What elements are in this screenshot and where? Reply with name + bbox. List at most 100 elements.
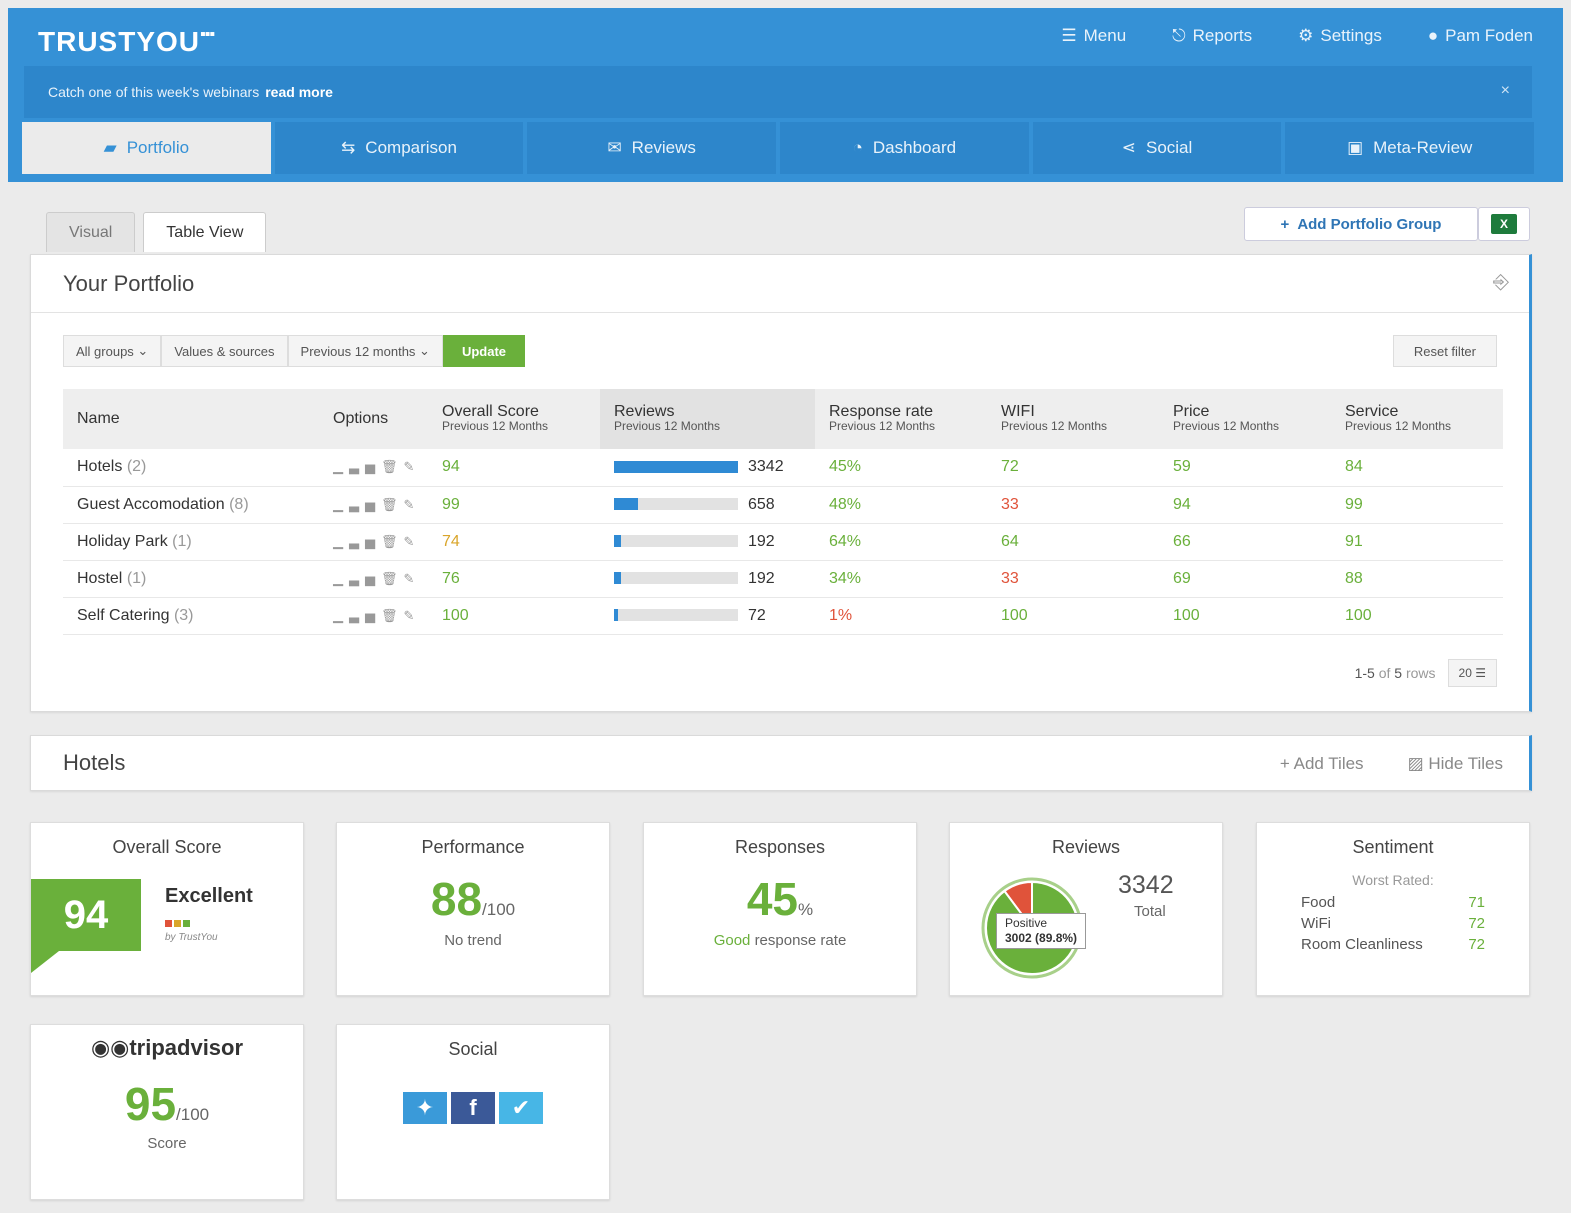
table-row[interactable]: Holiday Park (1) ▁▃▅🗑✎ 74 192 64% 64 66 91: [63, 523, 1503, 561]
row-response: 45%: [815, 449, 987, 487]
trash-icon[interactable]: 🗑: [381, 571, 404, 586]
tab-table-view[interactable]: Table View: [143, 212, 267, 252]
row-price: 59: [1159, 449, 1331, 487]
row-options: ▁▃▅🗑✎: [319, 560, 428, 598]
row-name[interactable]: Hostel (1): [63, 560, 319, 598]
period-dropdown[interactable]: Previous 12 months ⌄: [287, 335, 443, 367]
score-label: Excellent: [165, 885, 253, 907]
chart-icon[interactable]: ▁▃▅: [333, 534, 381, 549]
trash-icon[interactable]: 🗑: [381, 497, 404, 512]
row-score: 74: [428, 523, 600, 561]
col-response-rate[interactable]: Response rate Previous 12 Months: [815, 389, 987, 449]
col-overall-score[interactable]: Overall Score Previous 12 Months: [428, 389, 600, 449]
sentiment-row: WiFi 72: [1301, 915, 1485, 932]
tab-visual[interactable]: Visual: [46, 212, 136, 252]
pie-tooltip: Positive 3002 (89.8%): [996, 913, 1087, 949]
table-row[interactable]: Self Catering (3) ▁▃▅🗑✎ 100 72 1% 100 100 100: [63, 597, 1503, 635]
excel-export-button[interactable]: X: [1478, 207, 1530, 241]
read-more-link[interactable]: read more: [265, 84, 333, 100]
portfolio-header: Your Portfolio ⎆: [31, 255, 1529, 313]
table-row[interactable]: Guest Accomodation (8) ▁▃▅🗑✎ 99 658 48% 33 94 9…: [63, 486, 1503, 524]
menu-icon: ☰: [1061, 26, 1077, 45]
facebook-icon[interactable]: f: [451, 1092, 495, 1124]
col-name[interactable]: Name: [63, 389, 319, 449]
row-wifi: 72: [987, 449, 1159, 487]
gear-icon: ⚙: [1298, 26, 1314, 45]
tab-dashboard[interactable]: ◔ Dashboard: [780, 122, 1029, 174]
hide-tiles-button[interactable]: ▨ Hide Tiles: [1408, 754, 1503, 774]
gauge-icon: ◔: [852, 138, 863, 157]
trash-icon[interactable]: 🗑: [381, 608, 404, 623]
tab-portfolio[interactable]: ▰ Portfolio: [22, 122, 271, 174]
menu-button[interactable]: ☰ Menu: [1061, 26, 1126, 46]
settings-button[interactable]: ⚙ Settings: [1298, 26, 1382, 46]
col-options: Options: [319, 389, 428, 449]
hotels-panel: Hotels + Add Tiles ▨ Hide Tiles: [30, 735, 1532, 791]
row-score: 99: [428, 486, 600, 524]
row-response: 1%: [815, 597, 987, 635]
reports-button[interactable]: ⎋ Reports: [1172, 26, 1252, 46]
excel-icon: X: [1491, 214, 1517, 234]
close-icon[interactable]: ×: [1501, 82, 1510, 100]
page-size-select[interactable]: 20 ☰: [1447, 659, 1497, 687]
pencil-icon[interactable]: ✎: [404, 497, 421, 512]
pencil-icon[interactable]: ✎: [404, 571, 421, 586]
table-row[interactable]: Hostel (1) ▁▃▅🗑✎ 76 192 34% 33 69 88: [63, 560, 1503, 598]
row-response: 64%: [815, 523, 987, 561]
reviews-total: 3342: [1118, 871, 1174, 899]
performance-tile[interactable]: Performance 88/100 No trend: [336, 822, 610, 996]
reset-filter-button[interactable]: Reset filter: [1392, 335, 1497, 367]
groups-dropdown[interactable]: All groups ⌄: [63, 335, 162, 367]
add-tiles-button[interactable]: + Add Tiles: [1280, 754, 1364, 774]
compare-icon: ⇆: [341, 138, 356, 157]
reviews-bar: [614, 461, 738, 474]
chart-icon[interactable]: ▁▃▅: [333, 497, 381, 512]
col-reviews[interactable]: Reviews Previous 12 Months: [600, 389, 815, 449]
pencil-icon[interactable]: ✎: [404, 608, 421, 623]
tab-comparison[interactable]: ⇆ Comparison: [274, 122, 524, 174]
checkin-icon[interactable]: ✔: [499, 1092, 543, 1124]
update-button[interactable]: Update: [442, 335, 526, 367]
brand-logo[interactable]: TRUSTYOU▪▪▪: [38, 26, 215, 58]
sentiment-tile[interactable]: Sentiment Worst Rated: Food 71 WiFi 72 Roo…: [1256, 822, 1530, 996]
reviews-bar-fill: [614, 535, 621, 548]
col-service[interactable]: Service Previous 12 Months: [1331, 389, 1503, 449]
user-icon: ●: [1427, 26, 1439, 45]
chart-icon[interactable]: ▁▃▅: [333, 571, 381, 586]
table-row[interactable]: Hotels (2) ▁▃▅🗑✎ 94 3342 45% 72 59 84: [63, 449, 1503, 487]
tripadvisor-tile[interactable]: ◉◉tripadvisor 95/100 Score: [30, 1024, 304, 1200]
export-icon[interactable]: ⎆: [1493, 271, 1509, 294]
row-service: 100: [1331, 597, 1503, 635]
tab-meta-review[interactable]: ▣ Meta-Review: [1285, 122, 1535, 174]
portfolio-panel: Your Portfolio ⎆ All groups ⌄ Values & s…: [30, 254, 1532, 712]
overall-score-tile[interactable]: Overall Score 94 Excellent by TrustYou: [30, 822, 304, 996]
row-price: 100: [1159, 597, 1331, 635]
row-name[interactable]: Hotels (2): [63, 449, 319, 487]
row-name[interactable]: Self Catering (3): [63, 597, 319, 635]
row-name[interactable]: Guest Accomodation (8): [63, 486, 319, 524]
row-options: ▁▃▅🗑✎: [319, 486, 428, 524]
trash-icon[interactable]: 🗑: [381, 459, 404, 474]
col-price[interactable]: Price Previous 12 Months: [1159, 389, 1331, 449]
row-name[interactable]: Holiday Park (1): [63, 523, 319, 561]
responses-tile[interactable]: Responses 45% Good response rate: [643, 822, 917, 996]
values-sources-button[interactable]: Values & sources: [161, 335, 288, 367]
tab-social[interactable]: ⋖ Social: [1032, 122, 1282, 174]
pencil-icon[interactable]: ✎: [404, 459, 421, 474]
pencil-icon[interactable]: ✎: [404, 534, 421, 549]
add-portfolio-group-button[interactable]: + Add Portfolio Group: [1244, 207, 1478, 241]
row-reviews: 658: [600, 486, 815, 524]
social-tile[interactable]: Social ✦ f ✔: [336, 1024, 610, 1200]
tab-reviews[interactable]: ✉ Reviews: [527, 122, 777, 174]
twitter-icon[interactable]: ✦: [403, 1092, 447, 1124]
reviews-tile[interactable]: Reviews Positive 3002 (89.8%) 3342 Total: [949, 822, 1223, 996]
chart-icon[interactable]: ▁▃▅: [333, 459, 381, 474]
user-menu[interactable]: ● Pam Foden: [1428, 26, 1533, 46]
row-price: 69: [1159, 560, 1331, 598]
chart-icon[interactable]: ▁▃▅: [333, 608, 381, 623]
row-score: 94: [428, 449, 600, 487]
portfolio-table: Name Options Overall Score Previous 12 Mo…: [63, 389, 1503, 635]
col-wifi[interactable]: WIFI Previous 12 Months: [987, 389, 1159, 449]
top-nav: ☰ Menu ⎋ Reports ⚙ Settings ● Pam Foden: [1061, 26, 1533, 46]
trash-icon[interactable]: 🗑: [381, 534, 404, 549]
